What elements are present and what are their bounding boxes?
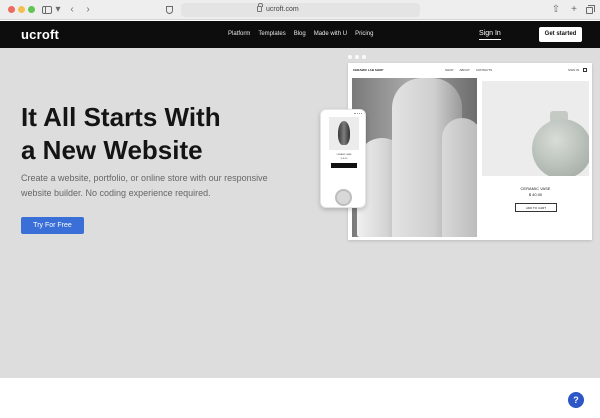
menu-item-pricing[interactable]: Pricing [355, 30, 373, 39]
back-arrow-icon[interactable]: ‹ [67, 3, 77, 17]
tab-overview-icon[interactable] [585, 3, 595, 17]
mockup-sign-in: SIGN IN [568, 68, 580, 72]
zoom-window-button[interactable] [28, 6, 35, 13]
mockup-nav-shop: SHOP [445, 68, 454, 72]
vases-photo [352, 78, 477, 237]
site-navbar: ucroft Platform Templates Blog Made with… [0, 21, 600, 48]
phone-add-to-cart [331, 163, 357, 168]
mockup-window-dots [348, 55, 366, 59]
menu-item-made-with-u[interactable]: Made with U [314, 30, 347, 39]
address-bar[interactable]: ucroft.com [181, 3, 420, 17]
try-for-free-button[interactable]: Try For Free [21, 217, 84, 234]
desktop-mockup: CERAMIC LAB SHOP SHOP ABOUT CONTACTS SIG… [348, 63, 592, 240]
sidebar-icon[interactable] [41, 3, 53, 17]
shopping-bag-icon [583, 68, 587, 72]
phone-product-name: CERAMIC VASE [336, 154, 352, 156]
url-text: ucroft.com [266, 6, 299, 13]
headline-line-2: a New Website [21, 135, 203, 165]
minimize-window-button[interactable] [18, 6, 25, 13]
menu-item-templates[interactable]: Templates [258, 30, 285, 39]
help-chat-button[interactable]: ? [568, 392, 584, 408]
browser-toolbar: ▾ ‹ › ucroft.com ⇧ + [0, 0, 600, 20]
mockup-shop-name: CERAMIC LAB SHOP [353, 68, 384, 72]
mockup-add-to-cart: ADD TO CART [515, 203, 557, 212]
sign-in-link[interactable]: Sign In [479, 29, 501, 40]
mockup-nav: SHOP ABOUT CONTACTS [445, 68, 492, 72]
headline-line-1: It All Starts With [21, 102, 221, 132]
main-menu: Platform Templates Blog Made with U Pric… [228, 30, 373, 39]
new-tab-icon[interactable]: + [569, 3, 579, 17]
phone-mockup: CERAMIC VASE $ 40.00 [320, 109, 366, 208]
lock-icon [257, 3, 263, 12]
close-window-button[interactable] [8, 6, 15, 13]
chevron-down-icon[interactable]: ▾ [55, 3, 61, 17]
product-photo [482, 81, 589, 176]
mockup-nav-contacts: CONTACTS [475, 68, 493, 72]
phone-product-thumbnail [335, 189, 352, 206]
phone-menu-icon [354, 113, 362, 115]
mockup-product-name: CERAMIC VASE [520, 186, 551, 191]
phone-product-photo [329, 117, 359, 150]
mockup-nav-about: ABOUT [459, 68, 470, 72]
menu-item-platform[interactable]: Platform [228, 30, 250, 39]
get-started-button[interactable]: Get started [539, 27, 582, 42]
mockup-product-price: $ 40.00 [528, 192, 543, 197]
menu-item-blog[interactable]: Blog [294, 30, 306, 39]
hero-subtext: Create a website, portfolio, or online s… [21, 173, 268, 198]
logo[interactable]: ucroft [21, 27, 59, 42]
phone-product-price: $ 40.00 [340, 158, 348, 160]
shield-icon[interactable] [164, 3, 174, 17]
forward-arrow-icon[interactable]: › [83, 3, 93, 17]
hero-headline: It All Starts With a New Website [21, 101, 301, 167]
share-icon[interactable]: ⇧ [550, 3, 562, 17]
